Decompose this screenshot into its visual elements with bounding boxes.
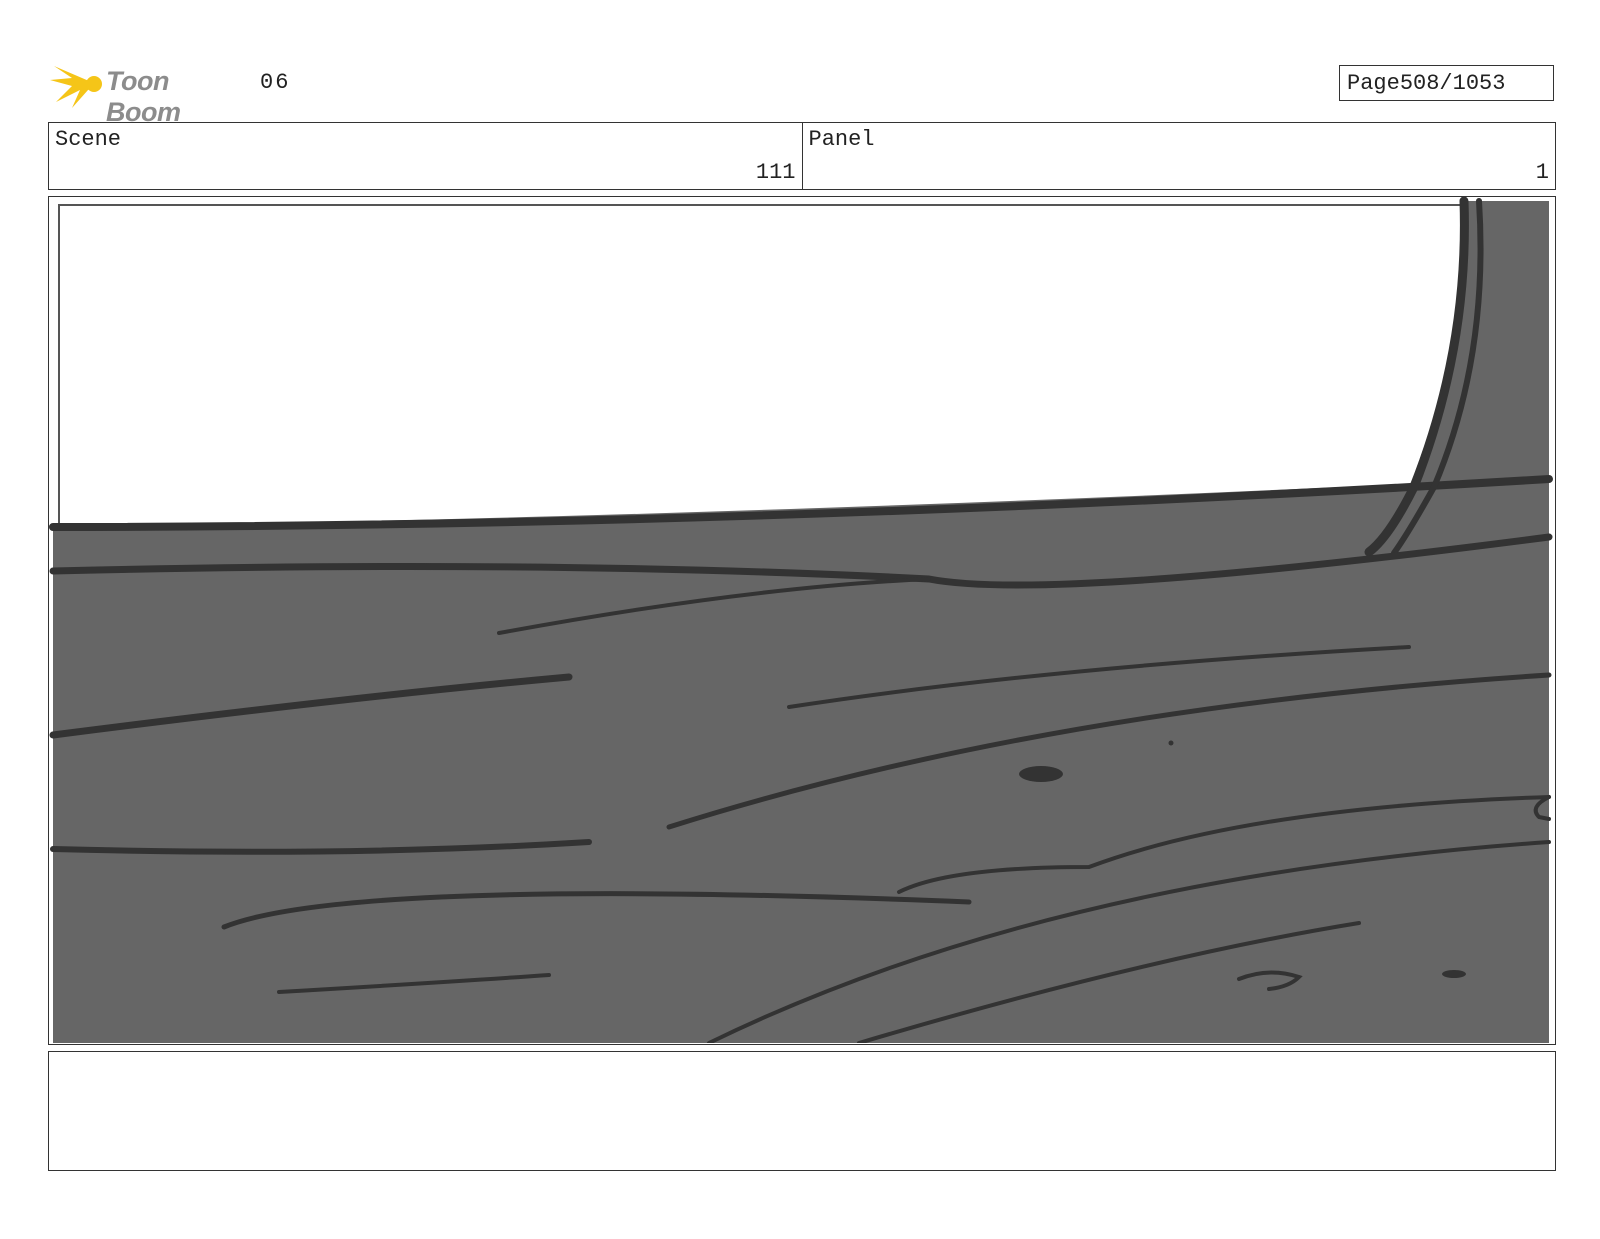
scene-cell: Scene 111 bbox=[49, 123, 802, 189]
scene-value: 111 bbox=[755, 160, 796, 185]
panel-label: Panel bbox=[808, 127, 875, 152]
info-row: Scene 111 Panel 1 bbox=[48, 122, 1556, 190]
ground-dot bbox=[1168, 740, 1174, 746]
ground-blob-1 bbox=[1019, 766, 1063, 782]
ground-blob-2 bbox=[1442, 970, 1466, 978]
notes-box bbox=[48, 1051, 1556, 1171]
panel-cell: Panel 1 bbox=[801, 123, 1556, 189]
logo-text: Toon Boom bbox=[106, 66, 181, 127]
panel-value: 1 bbox=[1535, 160, 1549, 185]
episode-number: 06 bbox=[260, 70, 291, 95]
scene-label: Scene bbox=[55, 127, 122, 152]
page-number: 508/1053 bbox=[1399, 70, 1506, 96]
page-indicator: Page 508/1053 bbox=[1339, 65, 1554, 101]
panel-drawing bbox=[49, 197, 1553, 1043]
page-label: Page bbox=[1347, 70, 1400, 96]
toon-boom-logo: Toon Boom bbox=[50, 58, 245, 127]
starburst-icon bbox=[50, 66, 102, 108]
storyboard-panel bbox=[48, 196, 1556, 1045]
